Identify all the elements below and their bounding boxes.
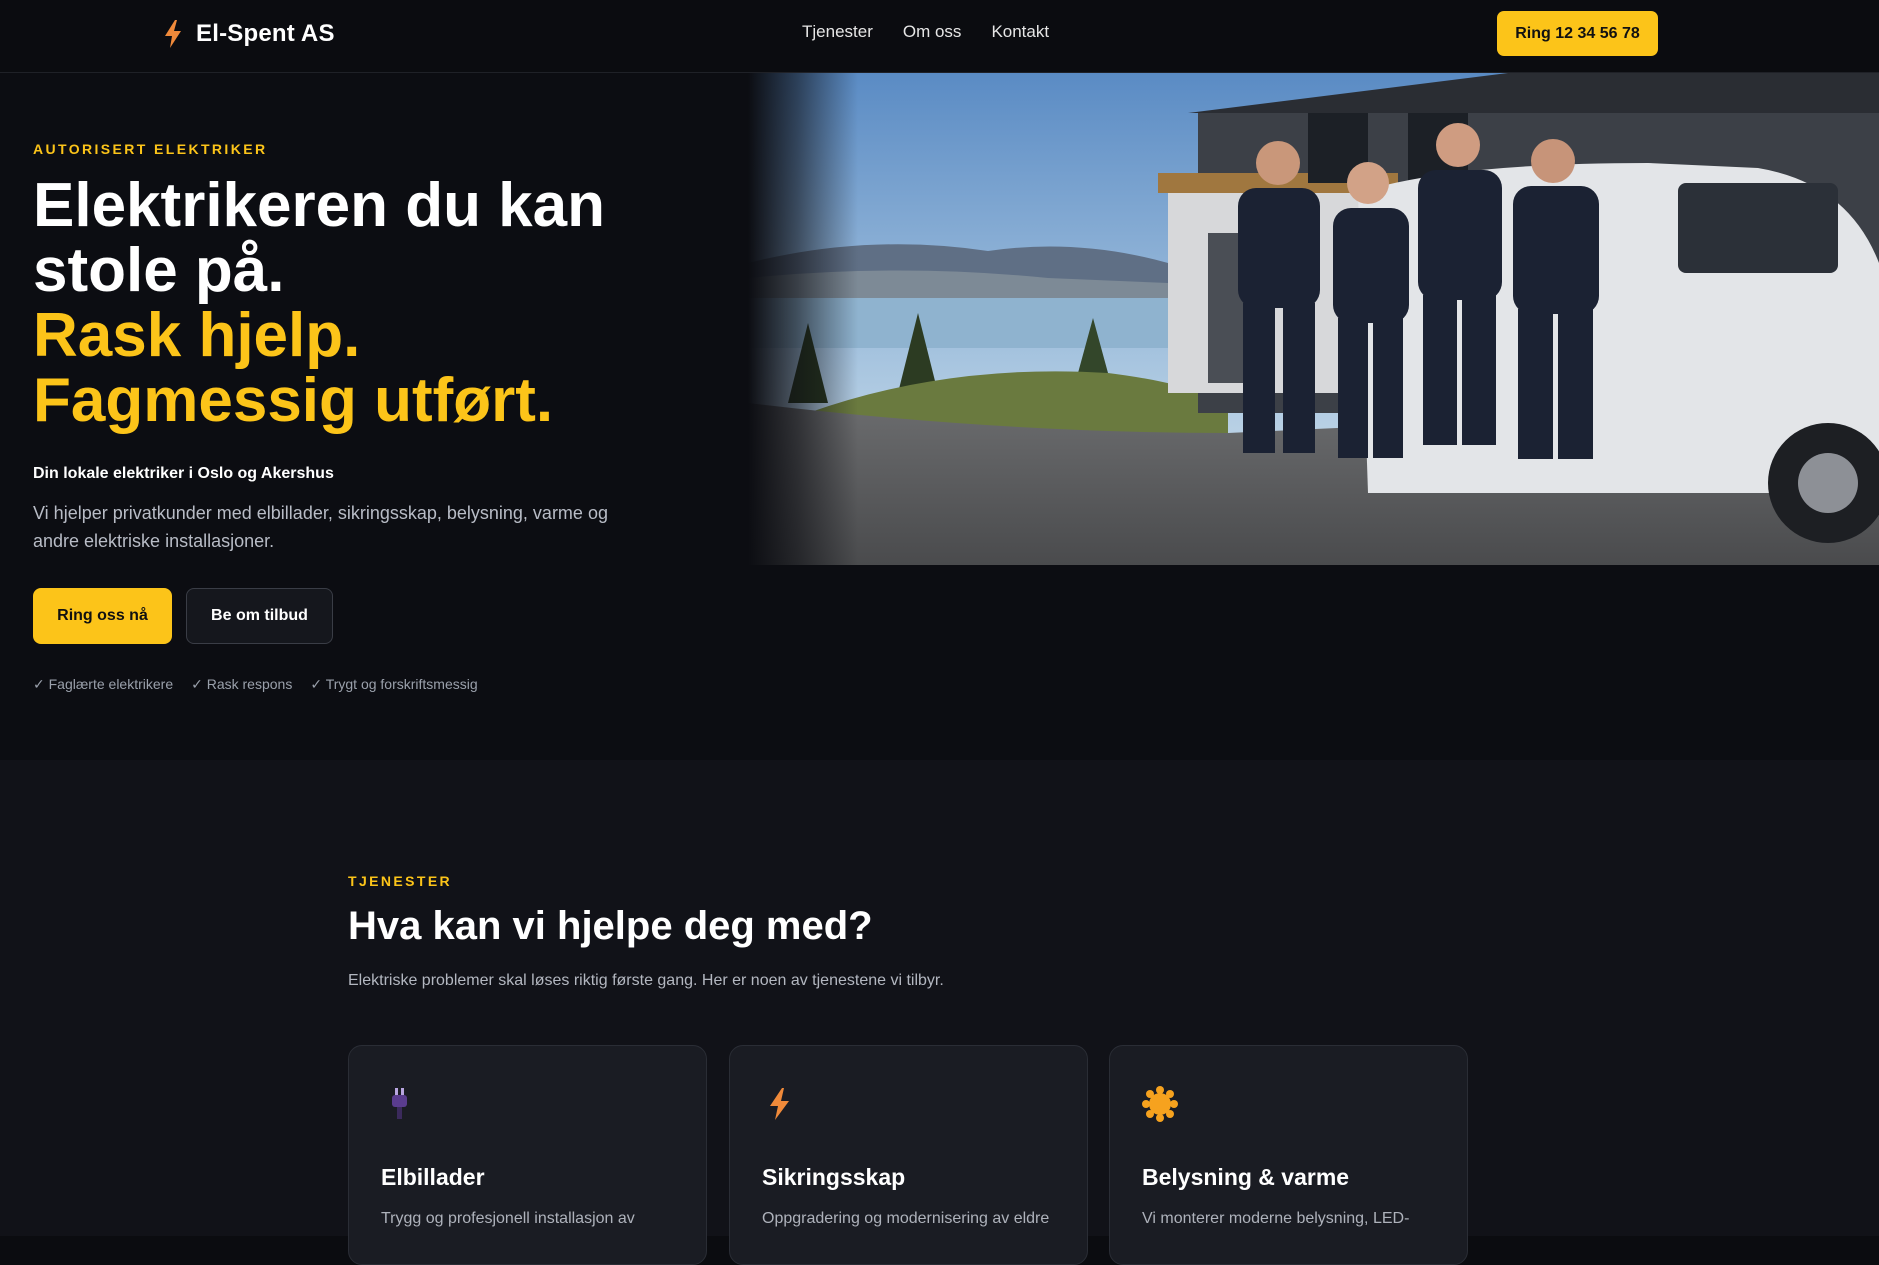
hero-title: Elektrikeren du kan stole på. Rask hjelp… <box>33 173 733 433</box>
hero-photo-fade <box>748 73 858 565</box>
hero-title-line2: stole på. <box>33 236 285 305</box>
hero-title-accent1: Rask hjelp. <box>33 301 361 370</box>
card-text: Vi monterer moderne belysning, LED- <box>1142 1210 1410 1227</box>
services-subtitle: Elektriske problemer skal løses riktig f… <box>348 972 944 989</box>
service-card-belysning[interactable]: Belysning & varme Vi monterer moderne be… <box>1109 1045 1468 1265</box>
call-button[interactable]: Ring 12 34 56 78 <box>1497 11 1658 56</box>
ring-oss-button[interactable]: Ring oss nå <box>33 588 172 644</box>
hero-eyebrow: AUTORISERT ELEKTRIKER <box>33 141 268 157</box>
hero-subtitle: Din lokale elektriker i Oslo og Akershus <box>33 465 334 482</box>
hero-title-line1: Elektrikeren du kan <box>33 171 606 240</box>
hero-title-accent2: Fagmessig utført. <box>33 366 554 435</box>
brand-name: El-Spent AS <box>196 20 335 47</box>
check-item: ✓ Faglærte elektrikere <box>33 676 174 692</box>
brand[interactable]: El-Spent AS <box>164 20 335 48</box>
hero-checks: ✓ Faglærte elektrikere ✓ Rask respons ✓ … <box>33 676 478 693</box>
hero-photo <box>748 73 1879 565</box>
card-text: Oppgradering og modernisering av eldre <box>762 1210 1050 1227</box>
top-nav: El-Spent AS Tjenester Om oss Kontakt Rin… <box>0 0 1879 73</box>
nav-link-tjenester[interactable]: Tjenester <box>802 22 873 42</box>
plug-icon <box>392 1088 407 1119</box>
lightning-icon <box>165 20 181 48</box>
hero-section: AUTORISERT ELEKTRIKER Elektrikeren du ka… <box>0 73 1879 760</box>
nav-link-kontakt[interactable]: Kontakt <box>991 22 1049 42</box>
card-title: Elbillader <box>381 1164 485 1190</box>
quote-button[interactable]: Be om tilbud <box>186 588 333 644</box>
nav-link-om-oss[interactable]: Om oss <box>903 22 962 42</box>
card-title: Belysning & varme <box>1142 1164 1350 1190</box>
services-section: TJENESTER Hva kan vi hjelpe deg med? Ele… <box>0 760 1879 1265</box>
sun-icon <box>1142 1086 1178 1122</box>
hero-body: Vi hjelper privatkunder med elbillader, … <box>33 503 608 551</box>
services-eyebrow: TJENESTER <box>348 873 453 889</box>
services-title: Hva kan vi hjelpe deg med? <box>348 904 873 948</box>
service-card-elbillader[interactable]: Elbillader Trygg og profesjonell install… <box>348 1045 707 1265</box>
lightning-icon <box>770 1088 789 1120</box>
service-card-sikringsskap[interactable]: Sikringsskap Oppgradering og moderniseri… <box>729 1045 1088 1265</box>
nav-links: Tjenester Om oss Kontakt <box>802 22 1049 42</box>
check-item: ✓ Trygt og forskriftsmessig <box>310 676 478 692</box>
card-text: Trygg og profesjonell installasjon av <box>381 1210 635 1227</box>
check-item: ✓ Rask respons <box>191 676 293 692</box>
card-title: Sikringsskap <box>762 1164 906 1190</box>
